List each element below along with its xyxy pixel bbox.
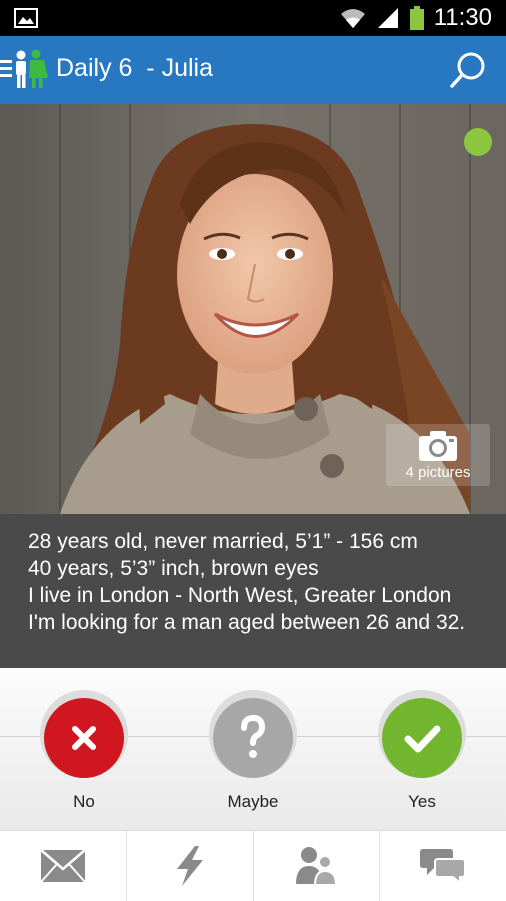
no-label: No <box>73 792 95 811</box>
profile-line-details: 40 years, 5’3” inch, brown eyes <box>28 557 319 580</box>
wifi-icon <box>340 9 365 28</box>
battery-icon <box>409 6 424 30</box>
nav-people[interactable] <box>254 831 381 901</box>
pictures-count-label: 4 pictures <box>405 464 471 481</box>
maybe-label: Maybe <box>227 792 279 811</box>
gallery-notification-icon <box>14 8 38 28</box>
search-icon[interactable] <box>448 50 488 90</box>
profile-line-location: I live in London - North West, Greater L… <box>28 584 452 607</box>
flash-icon <box>176 846 203 886</box>
yes-label: Yes <box>408 792 436 811</box>
close-icon <box>72 726 96 750</box>
profile-line-looking-for: I'm looking for a man aged between 26 an… <box>28 611 466 634</box>
mail-icon <box>40 849 86 883</box>
nav-flash[interactable] <box>127 831 254 901</box>
decision-panel: No Maybe Yes <box>0 668 506 830</box>
yes-choice: Yes <box>372 690 472 812</box>
nav-messages[interactable] <box>0 831 127 901</box>
clock: 11:30 <box>433 4 492 31</box>
maybe-button[interactable] <box>213 698 293 778</box>
pictures-button[interactable]: 4 pictures <box>386 424 490 486</box>
check-icon <box>404 725 441 753</box>
status-bar: 11:30 <box>0 0 506 36</box>
maybe-choice: Maybe <box>203 690 303 812</box>
app-bar: Daily 6 - Julia <box>0 36 506 104</box>
no-choice: No <box>34 690 134 812</box>
camera-icon <box>419 431 457 461</box>
app-logo-menu-icon[interactable] <box>0 48 52 92</box>
online-status-indicator <box>464 128 492 156</box>
bottom-navigation <box>0 830 506 901</box>
yes-button[interactable] <box>382 698 462 778</box>
profile-line-age: 28 years old, never married, 5’1” - 156 … <box>28 530 418 553</box>
page-title: Daily 6 - Julia <box>56 54 213 82</box>
signal-icon <box>377 8 398 28</box>
people-icon <box>296 847 337 886</box>
question-icon <box>241 714 266 758</box>
nav-chat[interactable] <box>380 831 506 901</box>
chat-icon <box>420 849 467 885</box>
profile-info: 28 years old, never married, 5’1” - 156 … <box>0 514 506 668</box>
no-button[interactable] <box>44 698 124 778</box>
